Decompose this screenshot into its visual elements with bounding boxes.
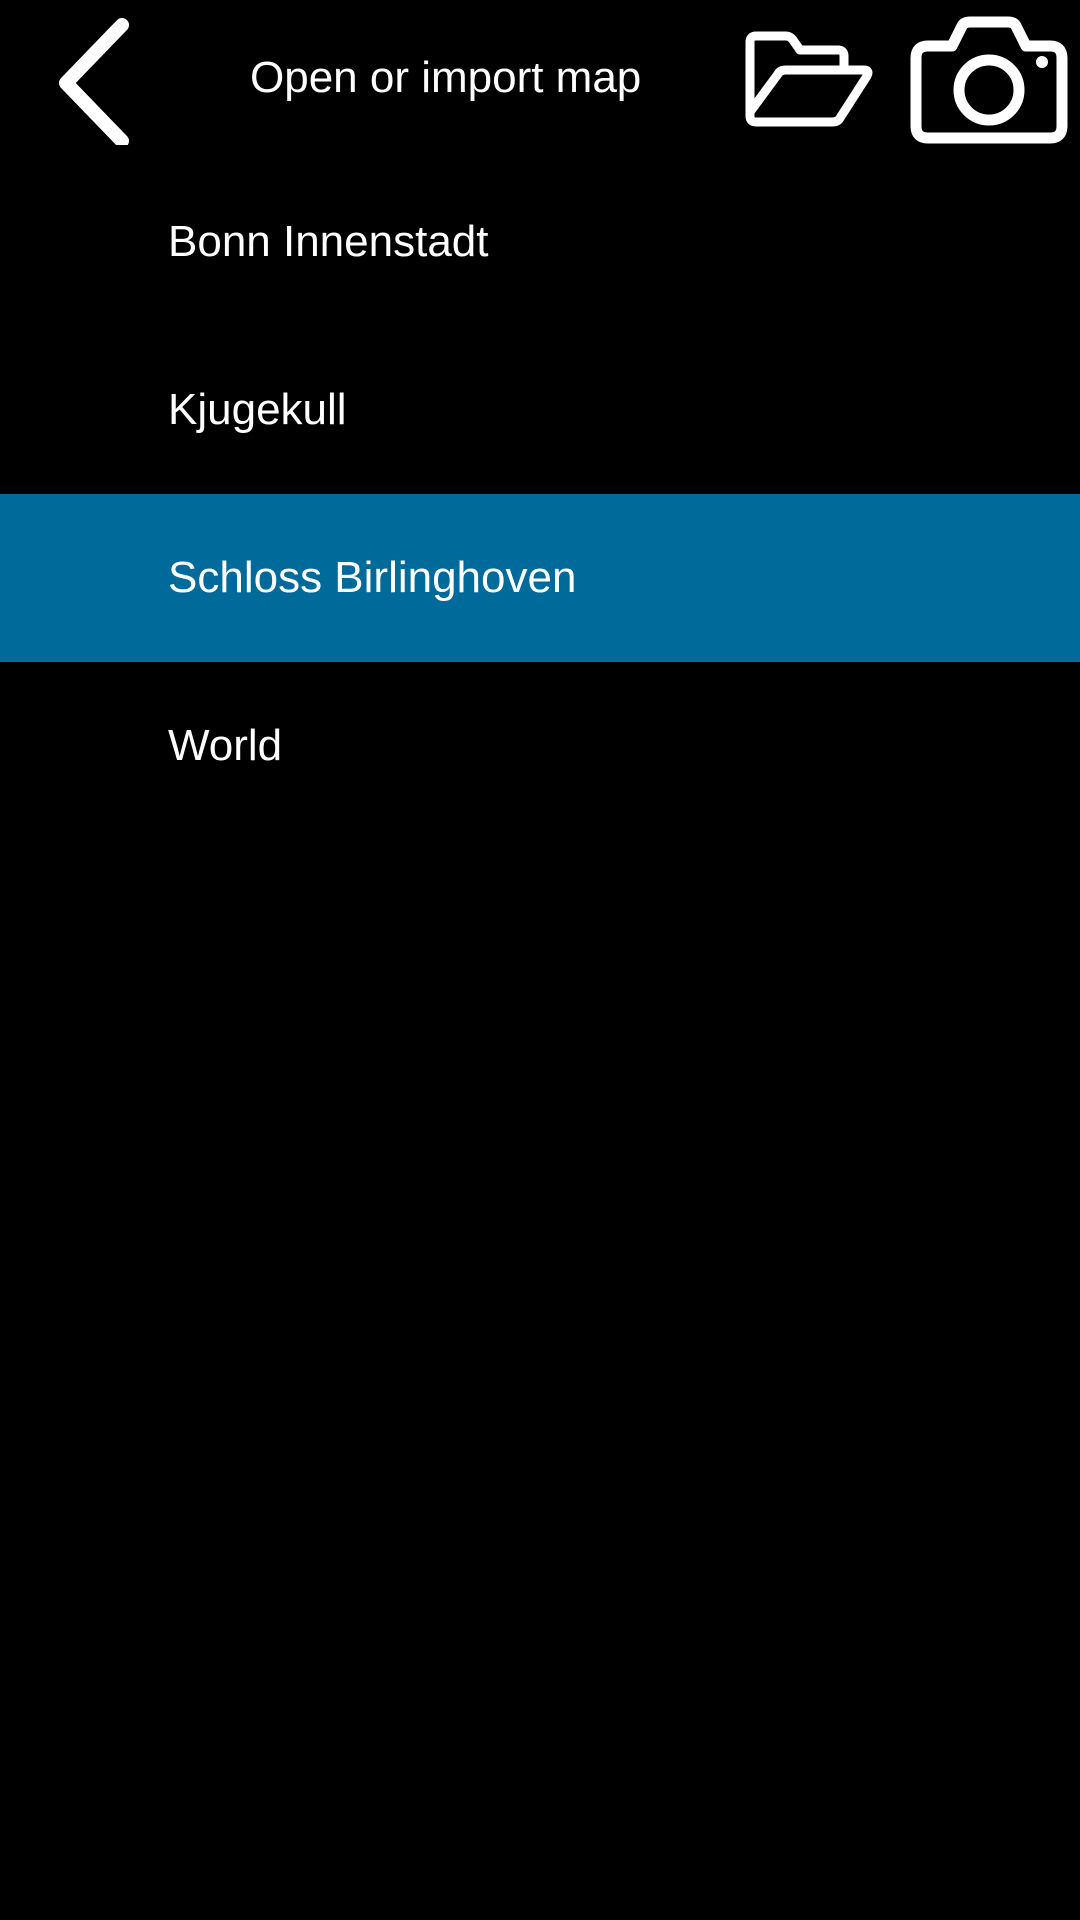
- map-name: Kjugekull: [168, 385, 347, 434]
- list-item[interactable]: Kjugekull: [0, 326, 1080, 494]
- map-name: Bonn Innenstadt: [168, 217, 489, 266]
- top-app-bar: Open or import map: [0, 0, 1080, 160]
- folder-open-icon: [745, 31, 873, 127]
- page-title: Open or import map: [250, 53, 642, 102]
- list-item[interactable]: World: [0, 662, 1080, 830]
- list-item[interactable]: Bonn Innenstadt: [0, 158, 1080, 326]
- chevron-left-icon: [59, 18, 129, 145]
- open-file-button[interactable]: [740, 28, 876, 132]
- map-name: Schloss Birlinghoven: [168, 553, 577, 602]
- map-list: Bonn Innenstadt Kjugekull Schloss Birlin…: [0, 158, 1080, 830]
- camera-button[interactable]: [906, 12, 1072, 146]
- list-item[interactable]: Schloss Birlinghoven: [0, 494, 1080, 662]
- camera-icon: [910, 16, 1068, 144]
- map-name: World: [168, 721, 283, 770]
- back-button[interactable]: [40, 10, 140, 150]
